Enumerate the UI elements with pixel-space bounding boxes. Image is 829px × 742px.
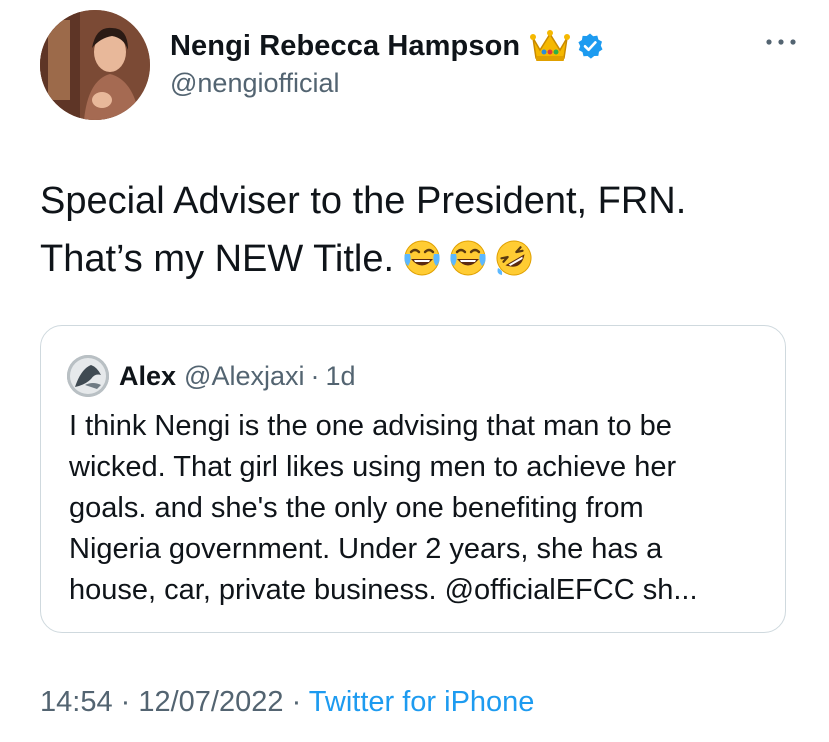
quoted-author-avatar[interactable] [67,355,109,397]
face-with-tears-of-joy-icon [448,237,488,277]
more-options-icon[interactable] [763,32,799,52]
author-avatar[interactable] [40,10,150,120]
tweet-date[interactable]: 12/07/2022 [138,686,283,718]
quoted-tweet-line: house, car, private business. @officialE… [69,574,698,606]
crown-icon [530,28,571,64]
tweet-text: Special Adviser to the President, FRN. T… [40,172,810,288]
tweet-line-with-emoji: That’s my NEW Title. [40,230,810,288]
face-with-tears-of-joy-icon [402,237,442,277]
author-display-name[interactable]: Nengi Rebecca Hampson [170,30,520,63]
author-name-row: Nengi Rebecca Hampson [170,26,604,66]
author-handle[interactable]: @nengiofficial [170,68,340,99]
quoted-tweet-card[interactable]: Alex @Alexjaxi · 1d I think Nengi is the… [40,325,786,633]
quoted-timestamp[interactable]: 1d [326,361,356,392]
quoted-tweet-line: Nigeria government. Under 2 years, she h… [69,533,663,565]
tweet-line: Special Adviser to the President, FRN. [40,180,687,222]
emoji-row [402,237,534,277]
tweet-line: That’s my NEW Title. [40,238,395,280]
verified-badge-icon [576,32,604,60]
quoted-tweet-line: I think Nengi is the one advising that m… [69,410,672,442]
quoted-tweet-line: wicked. That girl likes using men to ach… [69,451,677,483]
quoted-tweet-text: I think Nengi is the one advising that m… [69,406,769,611]
tweet-source-link[interactable]: Twitter for iPhone [309,686,535,718]
meta-separator: · [283,686,309,718]
quoted-tweet-header: Alex @Alexjaxi · 1d [67,355,356,397]
quoted-tweet-line: goals. and she's the only one benefiting… [69,492,644,524]
tweet-detail: Nengi Rebecca Hampson @nengiofficial Spe… [0,0,829,742]
meta-separator: · [112,686,139,718]
quoted-author-handle[interactable]: @Alexjaxi [184,361,304,392]
quoted-separator: · [310,360,320,391]
tweet-time[interactable]: 14:54 [40,686,113,718]
quoted-author-name[interactable]: Alex [119,361,176,392]
tweet-metadata: 14:54 · 12/07/2022 · Twitter for iPhone [40,686,534,719]
rolling-on-floor-laughing-icon [494,237,534,277]
